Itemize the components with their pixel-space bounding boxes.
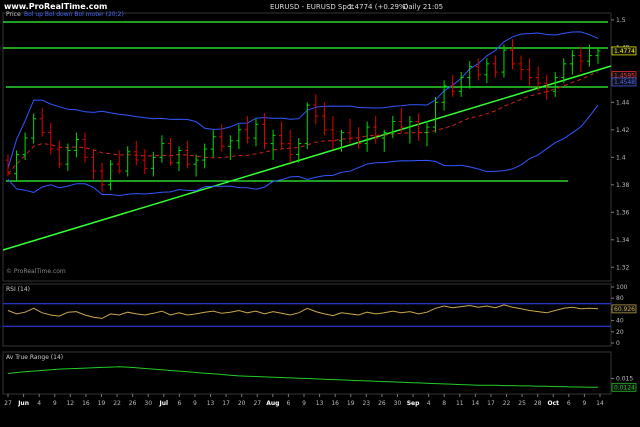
x-tick-label: 6	[287, 400, 291, 407]
rsi-y-tick-label: 40	[616, 318, 624, 325]
atr-current-value: 0.0124	[611, 382, 637, 392]
price-y-tick-label: 1.32	[616, 264, 630, 271]
x-tick-label: 12	[66, 400, 74, 407]
x-tick-label: 27	[253, 400, 261, 407]
x-tick-label: 30	[144, 400, 152, 407]
x-tick-label: 17	[487, 400, 495, 407]
period-label: Daily 21:05	[403, 3, 443, 11]
chart-canvas: www.ProRealTime.com EURUSD - EURUSD Spot…	[0, 0, 640, 427]
price-y-tick-label: 1.34	[616, 237, 630, 244]
price-y-tick-label: 1.38	[616, 182, 630, 189]
x-tick-label: 27	[4, 400, 12, 407]
x-tick-label: 17	[222, 400, 230, 407]
x-tick-label: 8	[442, 400, 446, 407]
price-y-tick-label: 1.42	[616, 127, 630, 134]
x-tick-label: 14	[596, 400, 604, 407]
site-label[interactable]: www.ProRealTime.com	[4, 2, 107, 11]
chart-background	[0, 0, 640, 427]
price-value-label: 1.4774	[614, 48, 635, 55]
x-tick-label: 11	[456, 400, 464, 407]
atr-panel-title: Av True Range (14)	[6, 354, 63, 361]
x-tick-label: 6	[567, 400, 571, 407]
watermark: © ProRealTime.com	[6, 268, 66, 275]
price-y-tick-label: 1.5	[616, 17, 626, 24]
last-price: 1.4774 (+0.29%)	[348, 3, 409, 11]
x-tick-label: Sep	[407, 400, 420, 407]
instrument-title: EURUSD - EURUSD Spot	[270, 3, 354, 11]
price-value-label: 1.4548	[614, 79, 635, 86]
x-tick-label: 26	[378, 400, 386, 407]
x-tick-label: 19	[347, 400, 355, 407]
x-tick-label: 14	[472, 400, 480, 407]
rsi-y-tick-label: 100	[616, 284, 628, 291]
atr-y-tick-label: 0.015	[616, 376, 633, 383]
x-tick-label: 19	[98, 400, 106, 407]
x-tick-label: 13	[207, 400, 215, 407]
x-tick-label: 16	[331, 400, 339, 407]
x-tick-label: 16	[82, 400, 90, 407]
x-tick-label: Aug	[266, 400, 279, 407]
x-tick-label: Jun	[17, 400, 29, 407]
x-tick-label: 4	[427, 400, 431, 407]
x-tick-label: Jul	[159, 400, 169, 407]
bollinger-legend: Bol up Bol down Bol moter (20;2)	[24, 11, 124, 18]
x-tick-label: 30	[394, 400, 402, 407]
x-tick-label: 20	[238, 400, 246, 407]
x-tick-label: 9	[193, 400, 197, 407]
x-tick-label: 23	[362, 400, 370, 407]
x-tick-label: 13	[316, 400, 324, 407]
price-panel-title: Price	[6, 11, 21, 18]
atr-value-label: 0.0124	[614, 384, 635, 391]
price-y-tick-label: 1.44	[616, 99, 630, 106]
x-tick-label: 9	[583, 400, 587, 407]
x-tick-label: 6	[177, 400, 181, 407]
x-tick-label: Oct	[547, 400, 559, 407]
x-tick-label: 28	[534, 400, 542, 407]
x-tick-label: 4	[37, 400, 41, 407]
x-tick-label: 9	[53, 400, 57, 407]
rsi-y-tick-label: 20	[616, 329, 624, 336]
rsi-y-tick-label: 0	[616, 340, 620, 347]
x-tick-label: 9	[302, 400, 306, 407]
x-tick-label: 22	[113, 400, 121, 407]
x-tick-label: 22	[503, 400, 511, 407]
rsi-panel-title: RSI (14)	[6, 286, 30, 293]
price-y-tick-label: 1.4	[616, 154, 626, 161]
price-y-tick-label: 1.36	[616, 209, 630, 216]
x-tick-label: 26	[129, 400, 137, 407]
rsi-y-tick-label: 80	[616, 295, 624, 302]
rsi-current-value: 60.926	[611, 304, 637, 314]
rsi-value-label: 60.926	[614, 306, 635, 313]
x-tick-label: 25	[518, 400, 526, 407]
